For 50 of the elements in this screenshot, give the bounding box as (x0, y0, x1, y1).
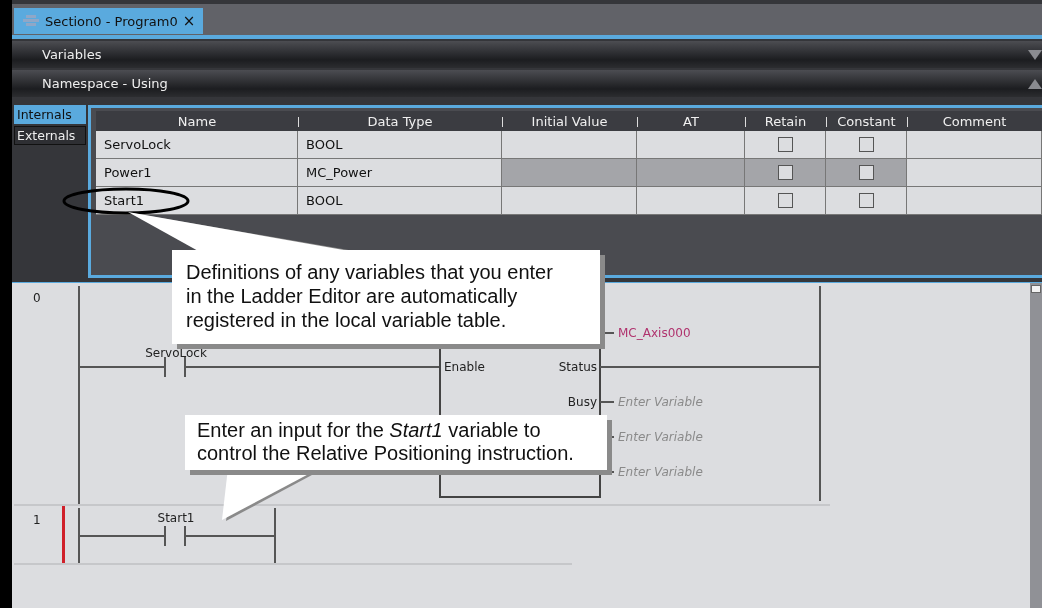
table-cell[interactable] (826, 131, 907, 159)
checkbox[interactable] (777, 137, 793, 152)
column-header[interactable]: AT (637, 111, 745, 131)
checkbox[interactable] (858, 193, 874, 208)
table-cell[interactable]: BOOL (298, 131, 502, 159)
table-cell[interactable] (637, 187, 745, 215)
collapse-triangle-icon[interactable] (1028, 78, 1042, 89)
table-cell[interactable] (637, 131, 745, 159)
column-header[interactable]: Constant (826, 111, 907, 131)
rung-number: 0 (33, 290, 41, 306)
section-icon (22, 14, 40, 28)
section-title: Variables (42, 47, 102, 62)
section-header[interactable]: Variables (12, 41, 1042, 68)
side-tab[interactable]: Externals (14, 126, 86, 145)
contact-symbol (164, 525, 186, 547)
table-cell[interactable] (907, 187, 1042, 215)
column-header[interactable]: Comment (907, 111, 1042, 131)
table-cell[interactable] (907, 131, 1042, 159)
tab-title: Section0 - Program0 (45, 13, 178, 29)
table-cell[interactable]: BOOL (298, 187, 502, 215)
vertical-scrollbar[interactable] (1030, 283, 1042, 608)
table-cell[interactable] (745, 131, 826, 159)
side-tab[interactable]: Internals (14, 105, 86, 124)
close-button[interactable]: × (182, 13, 196, 29)
checkbox[interactable] (777, 193, 793, 208)
table-cell[interactable]: ServoLock (96, 131, 298, 159)
column-header[interactable]: Name (96, 111, 298, 131)
section-title: Namespace - Using (42, 76, 168, 91)
table-cell[interactable] (502, 131, 637, 159)
pin-label: Status (558, 359, 597, 375)
pin-label: Enable (444, 359, 485, 375)
variable-name: ServoLock (145, 345, 207, 361)
table-cell[interactable] (745, 187, 826, 215)
document-tab[interactable]: Section0 - Program0 × (14, 8, 204, 34)
table-cell[interactable] (826, 187, 907, 215)
checkbox[interactable] (858, 137, 874, 152)
section-header[interactable]: Namespace - Using (12, 70, 1042, 97)
table-cell[interactable]: Start1 (96, 187, 298, 215)
table-cell[interactable] (502, 187, 637, 215)
column-header[interactable]: Retain (745, 111, 826, 131)
contact-symbol (164, 356, 186, 378)
table-cell[interactable] (907, 159, 1042, 187)
scrollbar-thumb[interactable] (1031, 285, 1041, 293)
rung-number: 1 (33, 512, 41, 528)
expand-triangle-icon[interactable] (1028, 49, 1042, 60)
variable-name: Start1 (157, 510, 195, 526)
column-header[interactable]: Data Type (298, 111, 502, 131)
column-header[interactable]: Initial Value (502, 111, 637, 131)
pin-label: Busy (567, 394, 597, 410)
variable-name: MC_Axis000 (618, 325, 691, 341)
